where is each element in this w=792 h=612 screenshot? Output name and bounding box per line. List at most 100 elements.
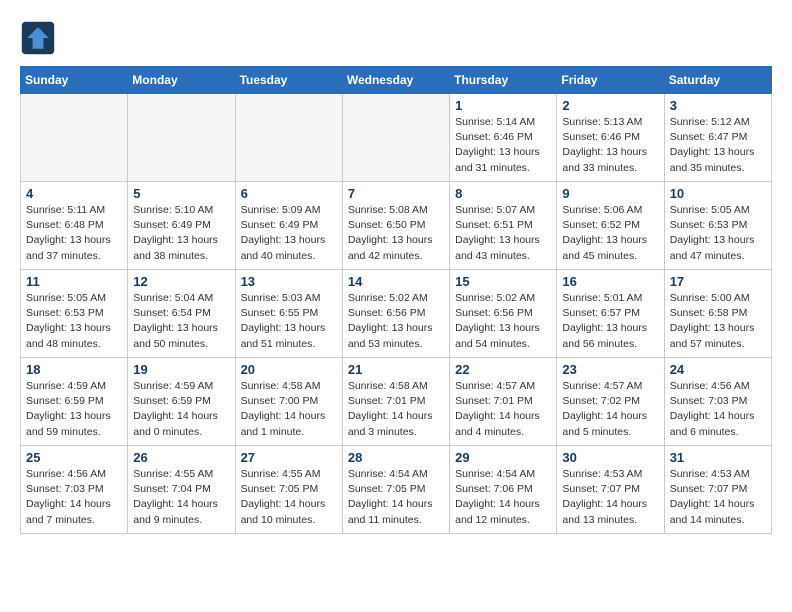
- calendar-week-2: 4 Sunrise: 5:11 AMSunset: 6:48 PMDaylight…: [21, 182, 772, 270]
- day-detail: Sunrise: 5:03 AMSunset: 6:55 PMDaylight:…: [241, 291, 337, 352]
- calendar-cell: 15 Sunrise: 5:02 AMSunset: 6:56 PMDayligh…: [450, 270, 557, 358]
- day-detail: Sunrise: 4:57 AMSunset: 7:01 PMDaylight:…: [455, 379, 551, 440]
- day-number: 22: [455, 362, 551, 377]
- page-header: [20, 20, 772, 56]
- day-number: 14: [348, 274, 444, 289]
- day-detail: Sunrise: 4:58 AMSunset: 7:01 PMDaylight:…: [348, 379, 444, 440]
- calendar-cell: 19 Sunrise: 4:59 AMSunset: 6:59 PMDayligh…: [128, 358, 235, 446]
- day-detail: Sunrise: 4:58 AMSunset: 7:00 PMDaylight:…: [241, 379, 337, 440]
- day-detail: Sunrise: 5:12 AMSunset: 6:47 PMDaylight:…: [670, 115, 766, 176]
- day-number: 16: [562, 274, 658, 289]
- day-header-sunday: Sunday: [21, 67, 128, 94]
- calendar-cell: 12 Sunrise: 5:04 AMSunset: 6:54 PMDayligh…: [128, 270, 235, 358]
- day-number: 9: [562, 186, 658, 201]
- calendar-cell: 5Sunrise: 5:10 AMSunset: 6:49 PMDaylight…: [128, 182, 235, 270]
- calendar-cell: 3 Sunrise: 5:12 AMSunset: 6:47 PMDaylight…: [664, 94, 771, 182]
- calendar-cell: 2 Sunrise: 5:13 AMSunset: 6:46 PMDaylight…: [557, 94, 664, 182]
- day-detail: Sunrise: 5:08 AMSunset: 6:50 PMDaylight:…: [348, 203, 444, 264]
- calendar-cell: 18Sunrise: 4:59 AMSunset: 6:59 PMDayligh…: [21, 358, 128, 446]
- day-number: 3: [670, 98, 766, 113]
- calendar-cell: 8Sunrise: 5:07 AMSunset: 6:51 PMDaylight…: [450, 182, 557, 270]
- logo: [20, 20, 62, 56]
- calendar-header-row: SundayMondayTuesdayWednesdayThursdayFrid…: [21, 67, 772, 94]
- day-detail: Sunrise: 5:02 AMSunset: 6:56 PMDaylight:…: [348, 291, 444, 352]
- calendar-cell: 7 Sunrise: 5:08 AMSunset: 6:50 PMDaylight…: [342, 182, 449, 270]
- day-detail: Sunrise: 4:55 AMSunset: 7:04 PMDaylight:…: [133, 467, 229, 528]
- day-number: 11: [26, 274, 122, 289]
- day-detail: Sunrise: 4:56 AMSunset: 7:03 PMDaylight:…: [26, 467, 122, 528]
- calendar-cell: 26 Sunrise: 4:55 AMSunset: 7:04 PMDayligh…: [128, 446, 235, 534]
- day-detail: Sunrise: 4:59 AMSunset: 6:59 PMDaylight:…: [133, 379, 229, 440]
- day-detail: Sunrise: 5:00 AMSunset: 6:58 PMDaylight:…: [670, 291, 766, 352]
- day-detail: Sunrise: 5:05 AMSunset: 6:53 PMDaylight:…: [26, 291, 122, 352]
- day-detail: Sunrise: 5:05 AMSunset: 6:53 PMDaylight:…: [670, 203, 766, 264]
- day-number: 28: [348, 450, 444, 465]
- day-detail: Sunrise: 5:02 AMSunset: 6:56 PMDaylight:…: [455, 291, 551, 352]
- day-number: 13: [241, 274, 337, 289]
- day-detail: Sunrise: 4:54 AMSunset: 7:05 PMDaylight:…: [348, 467, 444, 528]
- day-detail: Sunrise: 4:56 AMSunset: 7:03 PMDaylight:…: [670, 379, 766, 440]
- day-detail: Sunrise: 5:06 AMSunset: 6:52 PMDaylight:…: [562, 203, 658, 264]
- day-number: 26: [133, 450, 229, 465]
- day-header-tuesday: Tuesday: [235, 67, 342, 94]
- day-header-friday: Friday: [557, 67, 664, 94]
- day-detail: Sunrise: 5:14 AMSunset: 6:46 PMDaylight:…: [455, 115, 551, 176]
- day-detail: Sunrise: 4:57 AMSunset: 7:02 PMDaylight:…: [562, 379, 658, 440]
- day-number: 12: [133, 274, 229, 289]
- day-detail: Sunrise: 4:59 AMSunset: 6:59 PMDaylight:…: [26, 379, 122, 440]
- day-detail: Sunrise: 5:11 AMSunset: 6:48 PMDaylight:…: [26, 203, 122, 264]
- calendar-cell: [235, 94, 342, 182]
- calendar-week-4: 18Sunrise: 4:59 AMSunset: 6:59 PMDayligh…: [21, 358, 772, 446]
- day-detail: Sunrise: 4:53 AMSunset: 7:07 PMDaylight:…: [562, 467, 658, 528]
- day-detail: Sunrise: 5:04 AMSunset: 6:54 PMDaylight:…: [133, 291, 229, 352]
- day-number: 25: [26, 450, 122, 465]
- day-detail: Sunrise: 5:07 AMSunset: 6:51 PMDaylight:…: [455, 203, 551, 264]
- day-number: 30: [562, 450, 658, 465]
- calendar: SundayMondayTuesdayWednesdayThursdayFrid…: [20, 66, 772, 534]
- day-header-thursday: Thursday: [450, 67, 557, 94]
- calendar-cell: 29 Sunrise: 4:54 AMSunset: 7:06 PMDayligh…: [450, 446, 557, 534]
- day-number: 29: [455, 450, 551, 465]
- calendar-cell: 14 Sunrise: 5:02 AMSunset: 6:56 PMDayligh…: [342, 270, 449, 358]
- day-detail: Sunrise: 4:54 AMSunset: 7:06 PMDaylight:…: [455, 467, 551, 528]
- day-number: 27: [241, 450, 337, 465]
- calendar-cell: 24 Sunrise: 4:56 AMSunset: 7:03 PMDayligh…: [664, 358, 771, 446]
- day-detail: Sunrise: 5:09 AMSunset: 6:49 PMDaylight:…: [241, 203, 337, 264]
- day-number: 7: [348, 186, 444, 201]
- calendar-week-5: 25 Sunrise: 4:56 AMSunset: 7:03 PMDayligh…: [21, 446, 772, 534]
- calendar-cell: [128, 94, 235, 182]
- day-detail: Sunrise: 4:53 AMSunset: 7:07 PMDaylight:…: [670, 467, 766, 528]
- calendar-cell: 17 Sunrise: 5:00 AMSunset: 6:58 PMDayligh…: [664, 270, 771, 358]
- calendar-cell: 6Sunrise: 5:09 AMSunset: 6:49 PMDaylight…: [235, 182, 342, 270]
- day-detail: Sunrise: 4:55 AMSunset: 7:05 PMDaylight:…: [241, 467, 337, 528]
- calendar-cell: 9 Sunrise: 5:06 AMSunset: 6:52 PMDaylight…: [557, 182, 664, 270]
- day-number: 17: [670, 274, 766, 289]
- day-header-wednesday: Wednesday: [342, 67, 449, 94]
- calendar-cell: 16 Sunrise: 5:01 AMSunset: 6:57 PMDayligh…: [557, 270, 664, 358]
- day-number: 2: [562, 98, 658, 113]
- calendar-cell: 23Sunrise: 4:57 AMSunset: 7:02 PMDayligh…: [557, 358, 664, 446]
- calendar-cell: [342, 94, 449, 182]
- calendar-cell: 30 Sunrise: 4:53 AMSunset: 7:07 PMDayligh…: [557, 446, 664, 534]
- calendar-week-1: 1Sunrise: 5:14 AMSunset: 6:46 PMDaylight…: [21, 94, 772, 182]
- calendar-cell: 20 Sunrise: 4:58 AMSunset: 7:00 PMDayligh…: [235, 358, 342, 446]
- day-number: 5: [133, 186, 229, 201]
- day-header-monday: Monday: [128, 67, 235, 94]
- calendar-cell: 1Sunrise: 5:14 AMSunset: 6:46 PMDaylight…: [450, 94, 557, 182]
- calendar-cell: [21, 94, 128, 182]
- calendar-cell: 11 Sunrise: 5:05 AMSunset: 6:53 PMDayligh…: [21, 270, 128, 358]
- day-number: 4: [26, 186, 122, 201]
- day-number: 24: [670, 362, 766, 377]
- day-number: 20: [241, 362, 337, 377]
- day-header-saturday: Saturday: [664, 67, 771, 94]
- day-number: 15: [455, 274, 551, 289]
- calendar-cell: 10Sunrise: 5:05 AMSunset: 6:53 PMDayligh…: [664, 182, 771, 270]
- day-detail: Sunrise: 5:13 AMSunset: 6:46 PMDaylight:…: [562, 115, 658, 176]
- logo-icon: [20, 20, 56, 56]
- calendar-cell: 13 Sunrise: 5:03 AMSunset: 6:55 PMDayligh…: [235, 270, 342, 358]
- calendar-cell: 31Sunrise: 4:53 AMSunset: 7:07 PMDayligh…: [664, 446, 771, 534]
- calendar-cell: 28 Sunrise: 4:54 AMSunset: 7:05 PMDayligh…: [342, 446, 449, 534]
- day-detail: Sunrise: 5:01 AMSunset: 6:57 PMDaylight:…: [562, 291, 658, 352]
- day-number: 21: [348, 362, 444, 377]
- day-number: 19: [133, 362, 229, 377]
